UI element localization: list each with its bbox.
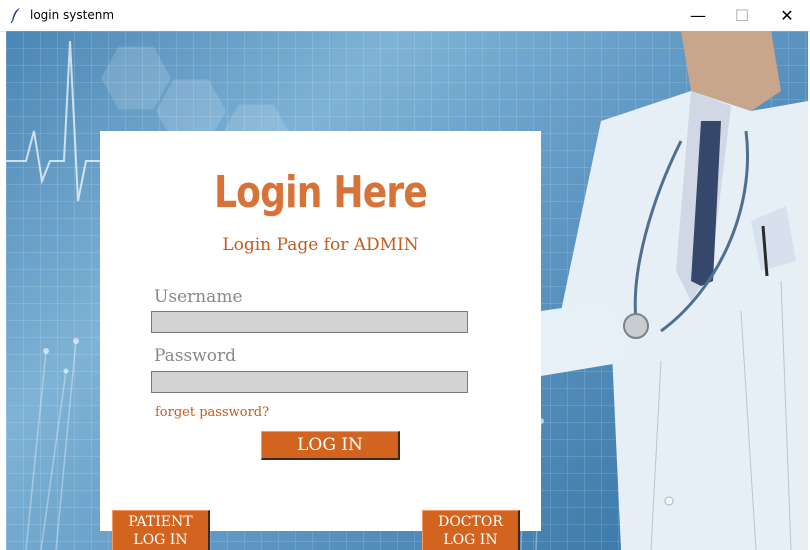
minimize-button[interactable]: —: [676, 0, 720, 31]
login-button[interactable]: LOG IN: [261, 431, 400, 460]
doctor-login-line1: DOCTOR: [438, 514, 503, 530]
patient-login-line1: PATIENT: [128, 514, 193, 530]
login-window-content: Login Here Login Page for ADMIN Username…: [6, 31, 808, 550]
patient-login-line2: LOG IN: [133, 532, 188, 548]
patient-login-button[interactable]: PATIENT LOG IN: [112, 510, 210, 550]
doctor-login-line2: LOG IN: [443, 532, 498, 548]
username-label: Username: [154, 287, 243, 307]
username-field[interactable]: [151, 311, 468, 333]
password-field[interactable]: [151, 371, 468, 393]
window-title: login systenm: [30, 8, 115, 22]
forgot-password-link[interactable]: forget password?: [155, 405, 269, 420]
login-panel: Login Here Login Page for ADMIN Username…: [100, 131, 541, 531]
close-button[interactable]: ✕: [765, 0, 809, 31]
doctor-illustration: [541, 31, 808, 550]
feather-icon: [10, 8, 20, 23]
doctor-login-button[interactable]: DOCTOR LOG IN: [422, 510, 520, 550]
title-bar: login systenm — ☐ ✕: [0, 0, 810, 32]
page-title: Login Here: [214, 167, 428, 218]
password-label: Password: [154, 346, 237, 366]
maximize-button[interactable]: ☐: [720, 0, 764, 31]
page-subtitle: Login Page for ADMIN: [222, 235, 419, 255]
